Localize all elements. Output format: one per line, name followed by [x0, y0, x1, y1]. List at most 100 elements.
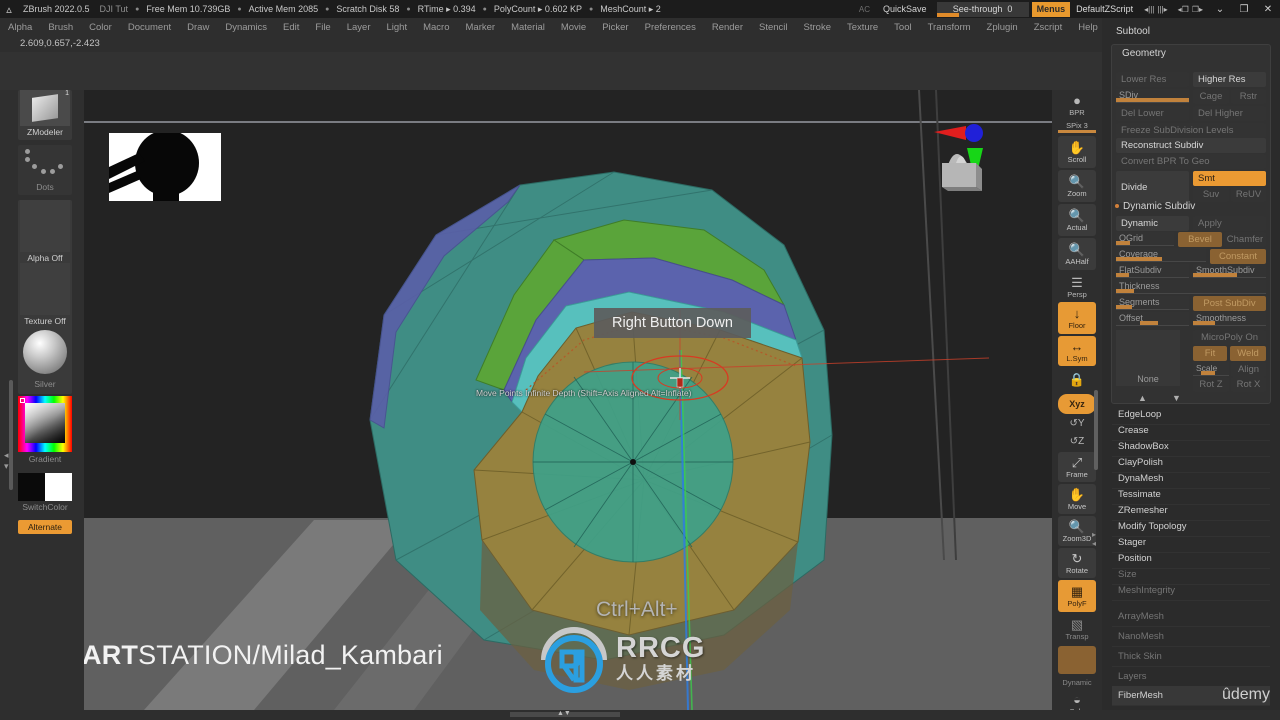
minimize-icon[interactable]: ⌄ [1208, 0, 1232, 18]
color-picker-slot[interactable]: Gradient [18, 396, 72, 468]
rot-z-button[interactable]: Rot Z [1193, 377, 1229, 392]
dynamic-mode-button[interactable]: Dynamic [1058, 674, 1096, 690]
micropoly-preview-box[interactable]: None [1116, 330, 1180, 386]
menu-item-layer[interactable]: Layer [339, 22, 379, 33]
lower-res-button[interactable]: Lower Res [1116, 72, 1189, 87]
rot-x-button[interactable]: Rot X [1231, 377, 1266, 392]
z-axis-button[interactable]: ↺Z [1058, 433, 1096, 451]
texture-slot[interactable]: Texture Off [18, 263, 72, 331]
constant-button[interactable]: Constant [1210, 249, 1266, 264]
menu-item-color[interactable]: Color [81, 22, 120, 33]
cage-button[interactable]: Cage [1193, 89, 1229, 104]
menu-item-marker[interactable]: Marker [458, 22, 504, 33]
window-layout-group[interactable]: ◂❐ ❐▸ [1173, 5, 1208, 14]
actual-button[interactable]: 🔍 Actual [1058, 204, 1096, 236]
menu-item-dynamics[interactable]: Dynamics [217, 22, 275, 33]
weld-button[interactable]: Weld [1230, 346, 1266, 361]
alpha-slot[interactable]: Alpha Off [18, 200, 72, 268]
sdiv-slider[interactable]: SDiv [1116, 89, 1189, 103]
layout-prev-icon[interactable]: ◂❐ [1178, 5, 1189, 14]
bevel-button[interactable]: Bevel [1178, 232, 1222, 247]
layout-next-icon[interactable]: ❐▸ [1192, 5, 1203, 14]
section-thick-skin[interactable]: Thick Skin [1112, 647, 1270, 667]
menu-item-tool[interactable]: Tool [886, 22, 919, 33]
menu-item-draw[interactable]: Draw [179, 22, 217, 33]
polyframe-button[interactable]: ▦ PolyF [1058, 580, 1096, 612]
menu-item-alpha[interactable]: Alpha [0, 22, 40, 33]
del-higher-button[interactable]: Del Higher [1193, 106, 1266, 121]
left-scrollbar[interactable] [9, 380, 13, 490]
segments-slider[interactable]: Segments [1116, 296, 1189, 310]
right-scrollbar[interactable] [1094, 390, 1098, 470]
suv-button[interactable]: Suv [1193, 187, 1229, 202]
menu-item-render[interactable]: Render [704, 22, 751, 33]
ghost-button[interactable] [1058, 646, 1096, 674]
del-lower-button[interactable]: Del Lower [1116, 106, 1189, 121]
dynamic-button[interactable]: Dynamic [1116, 216, 1189, 231]
color-wheel-icon[interactable] [18, 396, 72, 452]
smt-button[interactable]: Smt [1193, 171, 1266, 186]
menu-item-stroke[interactable]: Stroke [796, 22, 839, 33]
smoothness-slider[interactable]: Smoothness [1193, 312, 1266, 326]
see-through-slider[interactable]: See-through 0 [936, 1, 1029, 17]
fit-button[interactable]: Fit [1193, 346, 1227, 361]
close-icon[interactable]: ✕ [1256, 0, 1280, 18]
y-axis-button[interactable]: ↺Y [1058, 415, 1096, 433]
zoom-button[interactable]: 🔍 Zoom [1058, 170, 1096, 202]
align-button[interactable]: Align [1231, 362, 1266, 377]
lock-button[interactable]: 🔒 [1058, 368, 1096, 392]
coverage-slider[interactable]: Coverage [1116, 248, 1206, 262]
freeze-subdivision-button[interactable]: Freeze SubDivision Levels [1116, 123, 1266, 138]
rotate-3d-button[interactable]: ↻ Rotate [1058, 548, 1096, 578]
floor-button[interactable]: ↓ Floor [1058, 302, 1096, 334]
menu-item-light[interactable]: Light [378, 22, 415, 33]
material-slot[interactable]: Silver [18, 326, 72, 394]
menu-item-brush[interactable]: Brush [40, 22, 81, 33]
reuv-button[interactable]: ReUV [1231, 187, 1266, 202]
switch-color-slot[interactable]: SwitchColor [18, 473, 72, 513]
stroke-slot[interactable]: Dots [18, 145, 72, 195]
zoom3d-button[interactable]: 🔍 Zoom3D [1058, 516, 1096, 546]
transparency-button[interactable]: ▧ Transp [1058, 614, 1096, 644]
section-arraymesh[interactable]: ArrayMesh [1112, 607, 1270, 627]
restore-icon[interactable]: ❐ [1232, 0, 1256, 18]
dynamic-subdiv-title[interactable]: Dynamic Subdiv [1123, 201, 1195, 212]
menu-item-stencil[interactable]: Stencil [751, 22, 796, 33]
menu-item-document[interactable]: Document [120, 22, 179, 33]
divide-button[interactable]: Divide [1116, 171, 1189, 203]
chamfer-button[interactable]: Chamfer [1224, 232, 1266, 247]
section-meshintegrity[interactable]: MeshIntegrity [1112, 581, 1270, 601]
micropoly-on-button[interactable]: MicroPoly On [1193, 330, 1266, 345]
subtool-title[interactable]: Subtool [1116, 26, 1150, 37]
qgrid-slider[interactable]: QGrid [1116, 232, 1174, 246]
thickness-slider[interactable]: Thickness [1116, 280, 1266, 294]
switch-color-swatches-icon[interactable] [18, 473, 72, 501]
alternate-button[interactable]: Alternate [18, 520, 72, 534]
xyz-button[interactable]: Xyz [1058, 394, 1096, 414]
menu-item-zplugin[interactable]: Zplugin [979, 22, 1026, 33]
menu-item-file[interactable]: File [307, 22, 338, 33]
menus-button[interactable]: Menus [1031, 1, 1071, 17]
menu-item-movie[interactable]: Movie [553, 22, 594, 33]
scale-slider[interactable]: Scale [1193, 362, 1229, 376]
frame-button[interactable]: ⤢ Frame [1058, 452, 1096, 482]
menu-item-macro[interactable]: Macro [415, 22, 457, 33]
move-3d-button[interactable]: ✋ Move [1058, 484, 1096, 514]
reconstruct-subdiv-button[interactable]: Reconstruct Subdiv [1116, 138, 1266, 153]
aahalf-button[interactable]: 🔍 AAHalf [1058, 238, 1096, 270]
right-collapse-arrow-icon[interactable]: ▸ ◂ [1092, 530, 1096, 548]
section-layers[interactable]: Layers [1112, 667, 1270, 687]
move-down-icon[interactable]: ▼ [1172, 393, 1181, 403]
scroll-button[interactable]: ✋ Scroll [1058, 136, 1096, 168]
menu-item-picker[interactable]: Picker [594, 22, 636, 33]
spix-slider[interactable]: SPix 3 [1058, 120, 1096, 134]
zscript-nav-group[interactable]: ◂||| |||▸ [1139, 5, 1173, 14]
menu-item-preferences[interactable]: Preferences [637, 22, 704, 33]
quicksave-button[interactable]: QuickSave [876, 4, 934, 14]
convert-bpr-to-geo-button[interactable]: Convert BPR To Geo [1116, 154, 1266, 169]
menu-item-material[interactable]: Material [503, 22, 553, 33]
bpr-button[interactable]: ● BPR [1058, 90, 1096, 120]
zscript-prev-icon[interactable]: ◂||| [1144, 5, 1154, 14]
left-collapse-arrow-icon[interactable]: ◂ ▾ [4, 450, 9, 472]
menu-item-texture[interactable]: Texture [839, 22, 886, 33]
